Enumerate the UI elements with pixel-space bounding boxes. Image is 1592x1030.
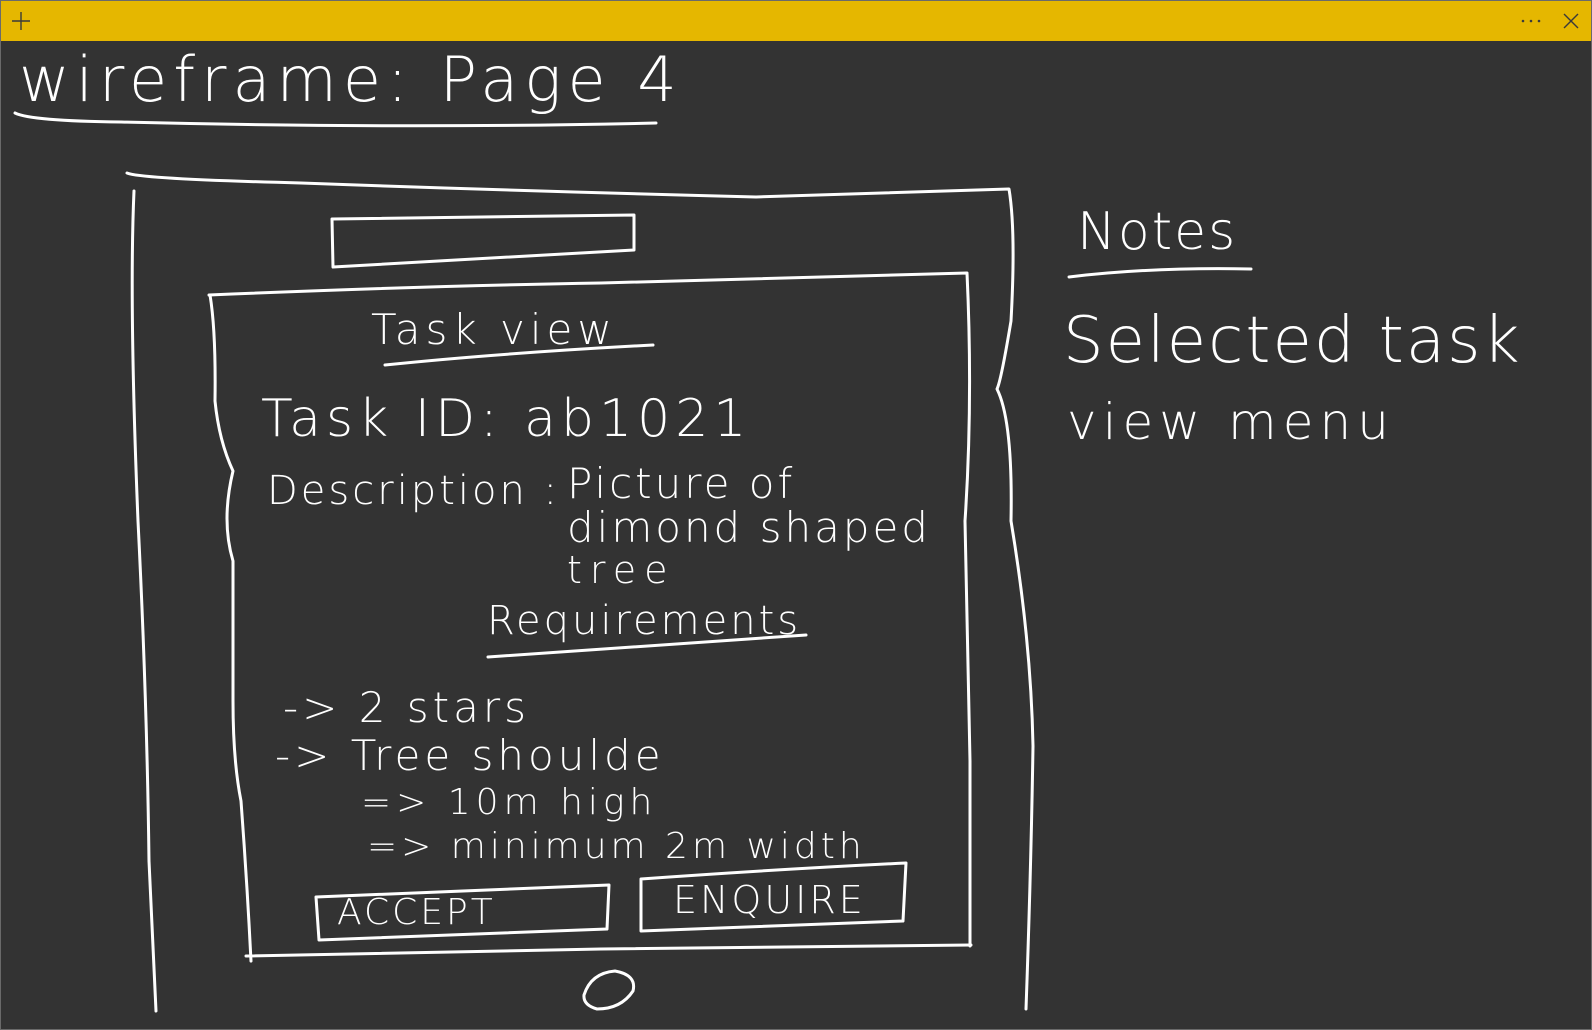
notes-line-1: Selected task <box>1063 304 1522 378</box>
plus-icon[interactable] <box>1 1 41 41</box>
description-label: Description : <box>267 468 561 514</box>
requirement-1: -> 2 stars <box>283 683 531 732</box>
requirements-heading: Requirements <box>487 598 802 644</box>
description-line-3: tree <box>567 548 676 592</box>
enquire-button[interactable]: ENQUIRE <box>673 881 866 919</box>
close-icon[interactable] <box>1551 1 1591 41</box>
description-line-2: dimond shaped <box>567 503 931 552</box>
requirement-2-sub-2: => minimum 2m width <box>367 826 866 867</box>
title-bar <box>1 1 1591 41</box>
task-view-heading: Task view <box>371 305 617 354</box>
description-line-1: Picture of <box>567 459 796 508</box>
app-window: wireframe: Page 4 Notes Selected task vi… <box>0 0 1592 1030</box>
notes-title: Notes <box>1077 202 1238 262</box>
page-title: wireframe: Page 4 <box>19 43 683 116</box>
accept-button[interactable]: ACCEPT <box>337 895 496 931</box>
notes-line-2: view menu <box>1067 393 1395 451</box>
requirement-2: -> Tree shoulde <box>275 731 665 780</box>
task-id-text: Task ID: ab1021 <box>261 389 752 449</box>
ink-canvas[interactable]: wireframe: Page 4 Notes Selected task vi… <box>1 41 1591 1029</box>
more-icon[interactable] <box>1511 1 1551 41</box>
requirement-2-sub-1: => 10m high <box>361 782 658 823</box>
